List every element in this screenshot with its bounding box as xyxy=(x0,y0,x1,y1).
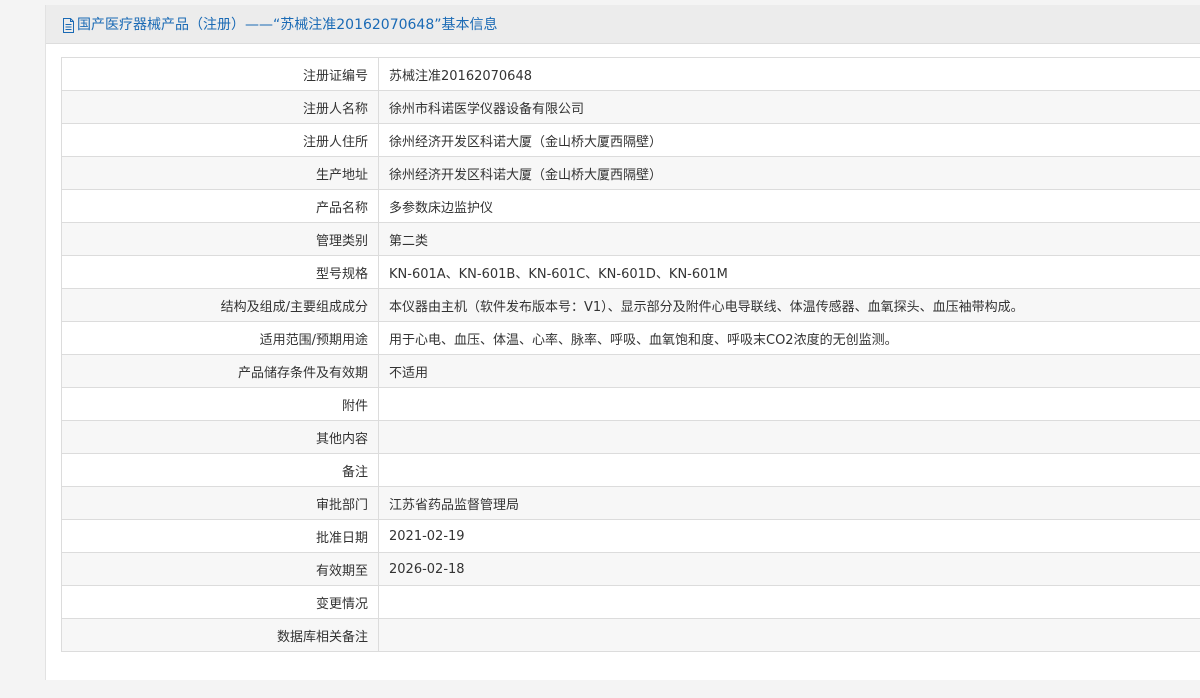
table-row: 管理类别 第二类 xyxy=(61,222,1200,256)
table-row: 产品储存条件及有效期 不适用 xyxy=(61,354,1200,388)
table-row: 注册人住所 徐州经济开发区科诺大厦（金山桥大厦西隔壁） xyxy=(61,123,1200,157)
table-row: 变更情况 xyxy=(61,585,1200,619)
info-table: 注册证编号 苏械注准20162070648 注册人名称 徐州市科诺医学仪器设备有限公… xyxy=(61,57,1200,652)
row-label: 其他内容 xyxy=(61,420,379,454)
row-value xyxy=(378,453,1200,487)
row-label: 产品名称 xyxy=(61,189,379,223)
row-value xyxy=(378,420,1200,454)
info-panel: 国产医疗器械产品（注册）——“苏械注准20162070648”基本信息 注册证编… xyxy=(45,5,1200,680)
row-label: 结构及组成/主要组成成分 xyxy=(61,288,379,322)
row-label: 生产地址 xyxy=(61,156,379,190)
row-label: 管理类别 xyxy=(61,222,379,256)
row-value: 徐州经济开发区科诺大厦（金山桥大厦西隔壁） xyxy=(378,123,1200,157)
row-label: 备注 xyxy=(61,453,379,487)
row-value: 用于心电、血压、体温、心率、脉率、呼吸、血氧饱和度、呼吸末CO2浓度的无创监测。 xyxy=(378,321,1200,355)
table-row: 备注 xyxy=(61,453,1200,487)
row-label: 数据库相关备注 xyxy=(61,618,379,652)
row-value xyxy=(378,585,1200,619)
row-label: 适用范围/预期用途 xyxy=(61,321,379,355)
row-label: 注册证编号 xyxy=(61,57,379,91)
info-table-body: 注册证编号 苏械注准20162070648 注册人名称 徐州市科诺医学仪器设备有限公… xyxy=(61,57,1200,652)
table-row: 生产地址 徐州经济开发区科诺大厦（金山桥大厦西隔壁） xyxy=(61,156,1200,190)
row-value xyxy=(378,387,1200,421)
row-value xyxy=(378,618,1200,652)
row-value: 第二类 xyxy=(378,222,1200,256)
row-label: 有效期至 xyxy=(61,552,379,586)
row-label: 附件 xyxy=(61,387,379,421)
row-value: 多参数床边监护仪 xyxy=(378,189,1200,223)
table-row: 结构及组成/主要组成成分 本仪器由主机（软件发布版本号：V1）、显示部分及附件心电… xyxy=(61,288,1200,322)
row-label: 注册人名称 xyxy=(61,90,379,124)
table-row: 审批部门 江苏省药品监督管理局 xyxy=(61,486,1200,520)
row-label: 变更情况 xyxy=(61,585,379,619)
panel-title: 国产医疗器械产品（注册）——“苏械注准20162070648”基本信息 xyxy=(77,17,498,33)
document-icon xyxy=(62,17,75,33)
row-label: 批准日期 xyxy=(61,519,379,553)
table-row: 其他内容 xyxy=(61,420,1200,454)
row-value: 本仪器由主机（软件发布版本号：V1）、显示部分及附件心电导联线、体温传感器、血氧… xyxy=(378,288,1200,322)
row-value: 徐州市科诺医学仪器设备有限公司 xyxy=(378,90,1200,124)
row-label: 注册人住所 xyxy=(61,123,379,157)
row-value: 江苏省药品监督管理局 xyxy=(378,486,1200,520)
table-row: 批准日期 2021-02-19 xyxy=(61,519,1200,553)
row-label: 审批部门 xyxy=(61,486,379,520)
row-value: 不适用 xyxy=(378,354,1200,388)
table-row: 适用范围/预期用途 用于心电、血压、体温、心率、脉率、呼吸、血氧饱和度、呼吸末CO… xyxy=(61,321,1200,355)
row-label: 型号规格 xyxy=(61,255,379,289)
table-row: 注册人名称 徐州市科诺医学仪器设备有限公司 xyxy=(61,90,1200,124)
panel-header: 国产医疗器械产品（注册）——“苏械注准20162070648”基本信息 xyxy=(46,5,1200,44)
row-value: 2026-02-18 xyxy=(378,552,1200,586)
table-row: 附件 xyxy=(61,387,1200,421)
table-row: 型号规格 KN-601A、KN-601B、KN-601C、KN-601D、KN-6… xyxy=(61,255,1200,289)
row-value: KN-601A、KN-601B、KN-601C、KN-601D、KN-601M xyxy=(378,255,1200,289)
table-row: 有效期至 2026-02-18 xyxy=(61,552,1200,586)
table-row: 数据库相关备注 xyxy=(61,618,1200,652)
row-value: 2021-02-19 xyxy=(378,519,1200,553)
row-value: 徐州经济开发区科诺大厦（金山桥大厦西隔壁） xyxy=(378,156,1200,190)
row-value: 苏械注准20162070648 xyxy=(378,57,1200,91)
table-row: 注册证编号 苏械注准20162070648 xyxy=(61,57,1200,91)
row-label: 产品储存条件及有效期 xyxy=(61,354,379,388)
table-row: 产品名称 多参数床边监护仪 xyxy=(61,189,1200,223)
